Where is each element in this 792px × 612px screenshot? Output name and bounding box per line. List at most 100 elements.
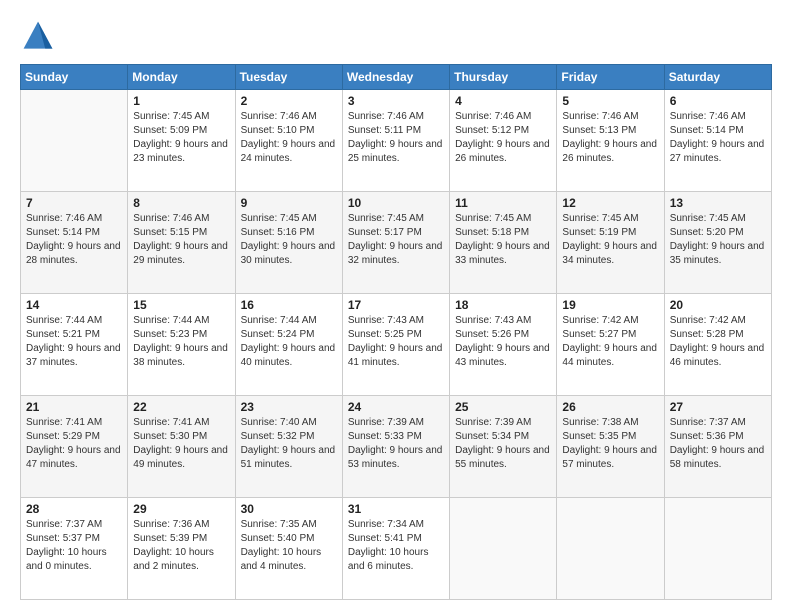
logo-icon <box>20 18 56 54</box>
day-info: Sunrise: 7:46 AMSunset: 5:15 PMDaylight:… <box>133 212 229 268</box>
calendar-day <box>557 498 664 600</box>
calendar-day: 22 Sunrise: 7:41 AMSunset: 5:30 PMDayligh… <box>128 396 235 498</box>
day-number: 24 <box>348 400 444 414</box>
day-number: 18 <box>455 298 551 312</box>
day-info: Sunrise: 7:34 AMSunset: 5:41 PMDaylight:… <box>348 518 444 574</box>
calendar-header-friday: Friday <box>557 65 664 90</box>
day-number: 28 <box>26 502 122 516</box>
calendar-day: 17 Sunrise: 7:43 AMSunset: 5:25 PMDayligh… <box>342 294 449 396</box>
day-number: 16 <box>241 298 337 312</box>
day-info: Sunrise: 7:46 AMSunset: 5:14 PMDaylight:… <box>26 212 122 268</box>
day-info: Sunrise: 7:40 AMSunset: 5:32 PMDaylight:… <box>241 416 337 472</box>
day-number: 19 <box>562 298 658 312</box>
calendar-day: 6 Sunrise: 7:46 AMSunset: 5:14 PMDaylight… <box>664 90 771 192</box>
calendar-day: 7 Sunrise: 7:46 AMSunset: 5:14 PMDaylight… <box>21 192 128 294</box>
day-info: Sunrise: 7:44 AMSunset: 5:24 PMDaylight:… <box>241 314 337 370</box>
calendar-day: 14 Sunrise: 7:44 AMSunset: 5:21 PMDayligh… <box>21 294 128 396</box>
day-info: Sunrise: 7:39 AMSunset: 5:33 PMDaylight:… <box>348 416 444 472</box>
day-info: Sunrise: 7:37 AMSunset: 5:36 PMDaylight:… <box>670 416 766 472</box>
calendar-day: 10 Sunrise: 7:45 AMSunset: 5:17 PMDayligh… <box>342 192 449 294</box>
calendar-week-5: 28 Sunrise: 7:37 AMSunset: 5:37 PMDayligh… <box>21 498 772 600</box>
day-number: 9 <box>241 196 337 210</box>
calendar-week-1: 1 Sunrise: 7:45 AMSunset: 5:09 PMDaylight… <box>21 90 772 192</box>
calendar-day <box>21 90 128 192</box>
day-number: 14 <box>26 298 122 312</box>
day-info: Sunrise: 7:44 AMSunset: 5:21 PMDaylight:… <box>26 314 122 370</box>
calendar-header-tuesday: Tuesday <box>235 65 342 90</box>
day-number: 3 <box>348 94 444 108</box>
day-number: 1 <box>133 94 229 108</box>
calendar-day: 20 Sunrise: 7:42 AMSunset: 5:28 PMDayligh… <box>664 294 771 396</box>
day-number: 31 <box>348 502 444 516</box>
day-number: 22 <box>133 400 229 414</box>
day-info: Sunrise: 7:43 AMSunset: 5:25 PMDaylight:… <box>348 314 444 370</box>
day-info: Sunrise: 7:45 AMSunset: 5:20 PMDaylight:… <box>670 212 766 268</box>
day-number: 26 <box>562 400 658 414</box>
day-number: 6 <box>670 94 766 108</box>
calendar-day: 1 Sunrise: 7:45 AMSunset: 5:09 PMDaylight… <box>128 90 235 192</box>
day-number: 5 <box>562 94 658 108</box>
calendar-day <box>664 498 771 600</box>
day-number: 17 <box>348 298 444 312</box>
calendar-day: 18 Sunrise: 7:43 AMSunset: 5:26 PMDayligh… <box>450 294 557 396</box>
calendar-day: 3Sunrise: 7:46 AMSunset: 5:11 PMDaylight… <box>342 90 449 192</box>
day-number: 4 <box>455 94 551 108</box>
day-number: 29 <box>133 502 229 516</box>
calendar-header-sunday: Sunday <box>21 65 128 90</box>
calendar-day: 21 Sunrise: 7:41 AMSunset: 5:29 PMDayligh… <box>21 396 128 498</box>
calendar-week-4: 21 Sunrise: 7:41 AMSunset: 5:29 PMDayligh… <box>21 396 772 498</box>
day-info: Sunrise: 7:41 AMSunset: 5:29 PMDaylight:… <box>26 416 122 472</box>
calendar-day: 16 Sunrise: 7:44 AMSunset: 5:24 PMDayligh… <box>235 294 342 396</box>
day-info: Sunrise: 7:46 AMSunset: 5:14 PMDaylight:… <box>670 110 766 166</box>
day-info: Sunrise: 7:46 AMSunset: 5:13 PMDaylight:… <box>562 110 658 166</box>
calendar-day: 12 Sunrise: 7:45 AMSunset: 5:19 PMDayligh… <box>557 192 664 294</box>
day-number: 21 <box>26 400 122 414</box>
day-number: 13 <box>670 196 766 210</box>
day-number: 27 <box>670 400 766 414</box>
calendar-day: 13 Sunrise: 7:45 AMSunset: 5:20 PMDayligh… <box>664 192 771 294</box>
day-info: Sunrise: 7:42 AMSunset: 5:28 PMDaylight:… <box>670 314 766 370</box>
page: SundayMondayTuesdayWednesdayThursdayFrid… <box>0 0 792 612</box>
calendar-day: 25 Sunrise: 7:39 AMSunset: 5:34 PMDayligh… <box>450 396 557 498</box>
day-number: 7 <box>26 196 122 210</box>
day-info: Sunrise: 7:45 AMSunset: 5:17 PMDaylight:… <box>348 212 444 268</box>
calendar-day: 5 Sunrise: 7:46 AMSunset: 5:13 PMDaylight… <box>557 90 664 192</box>
calendar-day: 30 Sunrise: 7:35 AMSunset: 5:40 PMDayligh… <box>235 498 342 600</box>
calendar-header-thursday: Thursday <box>450 65 557 90</box>
day-number: 25 <box>455 400 551 414</box>
day-number: 11 <box>455 196 551 210</box>
day-info: Sunrise: 7:39 AMSunset: 5:34 PMDaylight:… <box>455 416 551 472</box>
day-info: Sunrise: 7:42 AMSunset: 5:27 PMDaylight:… <box>562 314 658 370</box>
calendar-header-row: SundayMondayTuesdayWednesdayThursdayFrid… <box>21 65 772 90</box>
calendar-day: 2Sunrise: 7:46 AMSunset: 5:10 PMDaylight… <box>235 90 342 192</box>
day-info: Sunrise: 7:43 AMSunset: 5:26 PMDaylight:… <box>455 314 551 370</box>
day-info: Sunrise: 7:38 AMSunset: 5:35 PMDaylight:… <box>562 416 658 472</box>
calendar-day <box>450 498 557 600</box>
day-info: Sunrise: 7:45 AMSunset: 5:16 PMDaylight:… <box>241 212 337 268</box>
day-info: Sunrise: 7:41 AMSunset: 5:30 PMDaylight:… <box>133 416 229 472</box>
calendar-header-saturday: Saturday <box>664 65 771 90</box>
day-number: 30 <box>241 502 337 516</box>
day-number: 23 <box>241 400 337 414</box>
day-info: Sunrise: 7:35 AMSunset: 5:40 PMDaylight:… <box>241 518 337 574</box>
day-info: Sunrise: 7:45 AMSunset: 5:19 PMDaylight:… <box>562 212 658 268</box>
day-info: Sunrise: 7:45 AMSunset: 5:09 PMDaylight:… <box>133 110 229 166</box>
calendar-day: 4 Sunrise: 7:46 AMSunset: 5:12 PMDaylight… <box>450 90 557 192</box>
calendar-day: 27 Sunrise: 7:37 AMSunset: 5:36 PMDayligh… <box>664 396 771 498</box>
day-info: Sunrise: 7:46 AMSunset: 5:12 PMDaylight:… <box>455 110 551 166</box>
day-number: 10 <box>348 196 444 210</box>
day-info: Sunrise: 7:37 AMSunset: 5:37 PMDaylight:… <box>26 518 122 574</box>
day-info: Sunrise: 7:45 AMSunset: 5:18 PMDaylight:… <box>455 212 551 268</box>
calendar-day: 9 Sunrise: 7:45 AMSunset: 5:16 PMDaylight… <box>235 192 342 294</box>
day-number: 15 <box>133 298 229 312</box>
calendar-day: 19 Sunrise: 7:42 AMSunset: 5:27 PMDayligh… <box>557 294 664 396</box>
calendar-header-wednesday: Wednesday <box>342 65 449 90</box>
day-info: Sunrise: 7:44 AMSunset: 5:23 PMDaylight:… <box>133 314 229 370</box>
calendar-day: 24 Sunrise: 7:39 AMSunset: 5:33 PMDayligh… <box>342 396 449 498</box>
header <box>20 18 772 54</box>
day-number: 20 <box>670 298 766 312</box>
day-number: 12 <box>562 196 658 210</box>
calendar-day: 15 Sunrise: 7:44 AMSunset: 5:23 PMDayligh… <box>128 294 235 396</box>
calendar-day: 28 Sunrise: 7:37 AMSunset: 5:37 PMDayligh… <box>21 498 128 600</box>
logo <box>20 18 60 54</box>
